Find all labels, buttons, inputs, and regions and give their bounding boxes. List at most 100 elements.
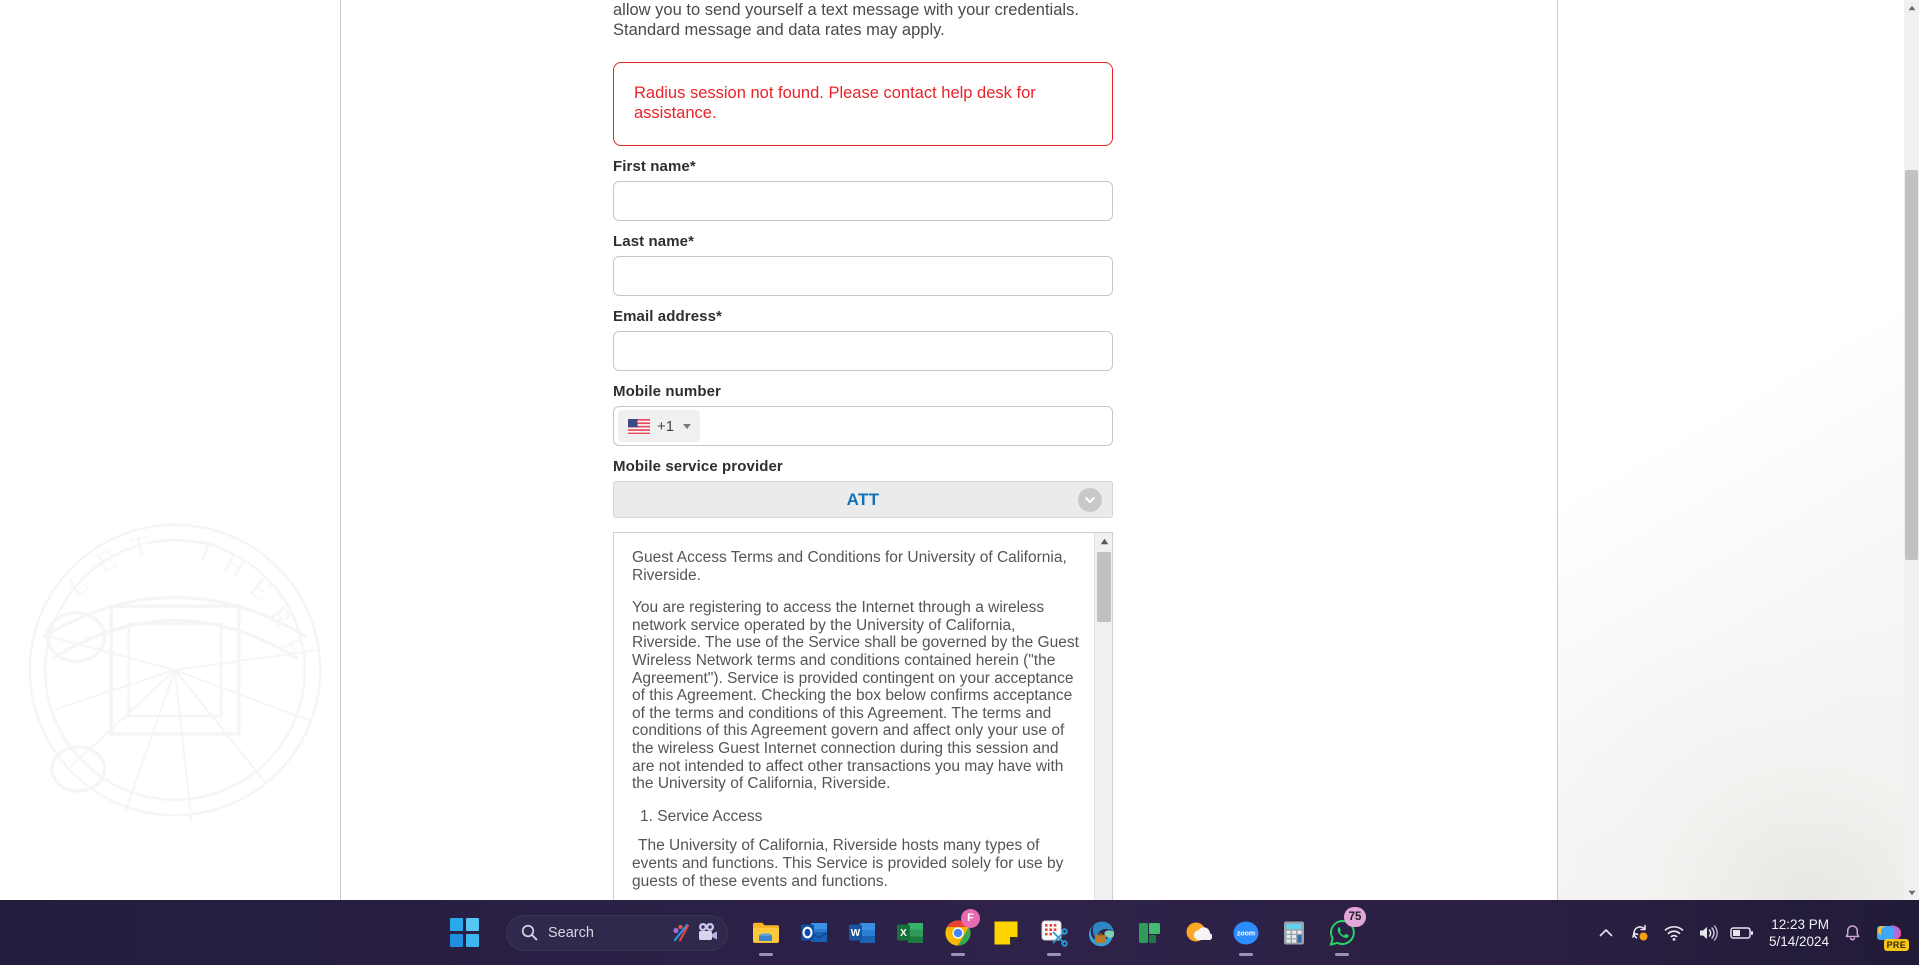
taskbar-item-edge[interactable] [1078,907,1126,959]
taskbar-item-snipping-tool[interactable] [1030,907,1078,959]
terms-section-1-body: The University of California, Riverside … [632,837,1064,890]
last-name-input[interactable] [613,256,1113,296]
active-indicator [1239,952,1253,956]
browser-scrollbar[interactable] [1904,0,1919,900]
mobile-provider-field: Mobile service provider ATT [613,458,1113,518]
snipping-tool-icon [1041,920,1068,947]
mobile-number-label: Mobile number [613,383,721,400]
terms-section-1-heading: 1. Service Access [640,807,763,825]
taskbar-item-excel[interactable]: X [886,907,934,959]
taskbar-item-file-explorer[interactable] [742,907,790,959]
windows-update-icon[interactable] [1623,911,1657,955]
sync-update-icon [1632,924,1648,940]
registration-card: allow you to send yourself a text messag… [340,0,1558,900]
dial-code: +1 [657,417,675,435]
scroll-up-arrow-icon[interactable] [1095,533,1112,550]
page-scroll-down-icon[interactable] [1904,885,1919,900]
mobile-number-input[interactable] [700,407,1112,445]
mobile-provider-label: Mobile service provider [613,458,783,475]
terms-scrollbar-thumb[interactable] [1097,552,1111,622]
terms-title: Guest Access Terms and Conditions for Un… [632,549,1067,584]
taskbar-center-group: Search W X F zoom 75 [440,906,1366,959]
first-name-input[interactable] [613,181,1113,221]
search-placeholder-label: Search [548,924,594,941]
weather-icon [1186,922,1212,941]
guest-registration-form: allow you to send yourself a text messag… [613,0,1113,900]
terms-and-conditions-box[interactable]: Guest Access Terms and Conditions for Un… [613,532,1113,900]
video-camera-icon [699,922,717,940]
search-input[interactable]: Search [506,914,728,951]
volume-icon[interactable] [1691,911,1725,955]
terms-text: Guest Access Terms and Conditions for Un… [614,533,1094,900]
svg-text:zoom: zoom [1237,930,1255,937]
screen: L E T T H E R E allow you to send yourse… [0,0,1919,965]
file-explorer-icon [753,922,779,943]
excel-icon: X [897,922,923,943]
intro-line-2: Standard message and data rates may appl… [613,21,945,39]
windows-taskbar: Search W X F zoom 75 12:23 PM 5/14/2024 … [0,900,1919,965]
bell-icon [1845,924,1859,940]
mobile-number-field: Mobile number +1 [613,383,1113,446]
start-button[interactable] [440,909,488,957]
taskbar-app-list: W X F zoom 75 [742,906,1366,959]
browser-viewport: L E T T H E R E allow you to send yourse… [0,0,1919,900]
taskbar-item-planner[interactable] [1126,907,1174,959]
us-flag-icon [628,418,650,434]
intro-text: allow you to send yourself a text messag… [613,0,1113,40]
taskbar-item-whatsapp[interactable]: 75 [1318,906,1366,959]
intro-line-1: allow you to send yourself a text messag… [613,1,1079,19]
word-icon: W [849,922,875,943]
edge-icon [1088,920,1115,946]
browser-scrollbar-thumb[interactable] [1905,170,1918,560]
wifi-icon-glyph [1664,925,1684,941]
page-scroll-up-icon[interactable] [1904,0,1919,15]
show-hidden-icons-button[interactable] [1589,911,1623,955]
page-background-left [0,0,340,900]
last-name-field: Last name* [613,233,1113,296]
calculator-icon [1284,921,1304,944]
outlook-icon [801,922,827,942]
error-alert: Radius session not found. Please contact… [613,62,1113,146]
email-label: Email address* [613,308,722,325]
terms-scrollbar[interactable] [1094,533,1112,900]
wifi-icon[interactable] [1657,911,1691,955]
error-alert-message: Radius session not found. Please contact… [634,84,1036,122]
zoom-icon: zoom [1233,921,1259,944]
taskbar-item-sticky-notes[interactable] [982,907,1030,959]
active-indicator [759,952,773,956]
email-input[interactable] [613,331,1113,371]
taskbar-item-calculator[interactable] [1270,907,1318,959]
search-icon [521,924,538,941]
planner-icon [1139,922,1160,943]
svg-text:W: W [851,928,861,939]
copilot-button[interactable]: PRE [1867,911,1911,955]
terms-paragraph-1: You are registering to access the Intern… [632,599,1079,793]
chevron-down-circle-icon[interactable] [1078,487,1102,512]
windows-logo-icon [449,918,479,947]
taskbar-item-word[interactable]: W [838,907,886,959]
country-code-selector[interactable]: +1 [618,410,701,442]
clock-date: 5/14/2024 [1768,933,1829,949]
battery-icon[interactable] [1725,911,1759,955]
whatsapp-unread-badge: 75 [1344,906,1366,927]
sticky-notes-icon [994,921,1018,944]
taskbar-item-weather[interactable] [1174,907,1222,959]
first-name-label: First name* [613,158,696,175]
active-indicator [1335,952,1349,956]
speaker-icon [1699,924,1718,941]
chrome-profile-badge: F [961,908,980,928]
active-indicator [1047,952,1061,956]
chevron-up-icon [1599,928,1613,936]
system-tray: 12:23 PM 5/14/2024 PRE [1589,900,1911,965]
clock[interactable]: 12:23 PM 5/14/2024 [1759,916,1837,950]
copilot-pre-badge: PRE [1883,938,1909,951]
notifications-button[interactable] [1837,911,1867,955]
taskbar-item-outlook[interactable] [790,907,838,959]
taskbar-item-zoom[interactable]: zoom [1222,907,1270,959]
page-background-right [1558,0,1919,900]
mobile-provider-select[interactable]: ATT [613,481,1113,518]
taskbar-item-chrome[interactable]: F [934,907,982,959]
chevron-down-icon [683,423,692,429]
mobile-provider-value: ATT [846,489,880,509]
active-indicator [951,952,965,956]
